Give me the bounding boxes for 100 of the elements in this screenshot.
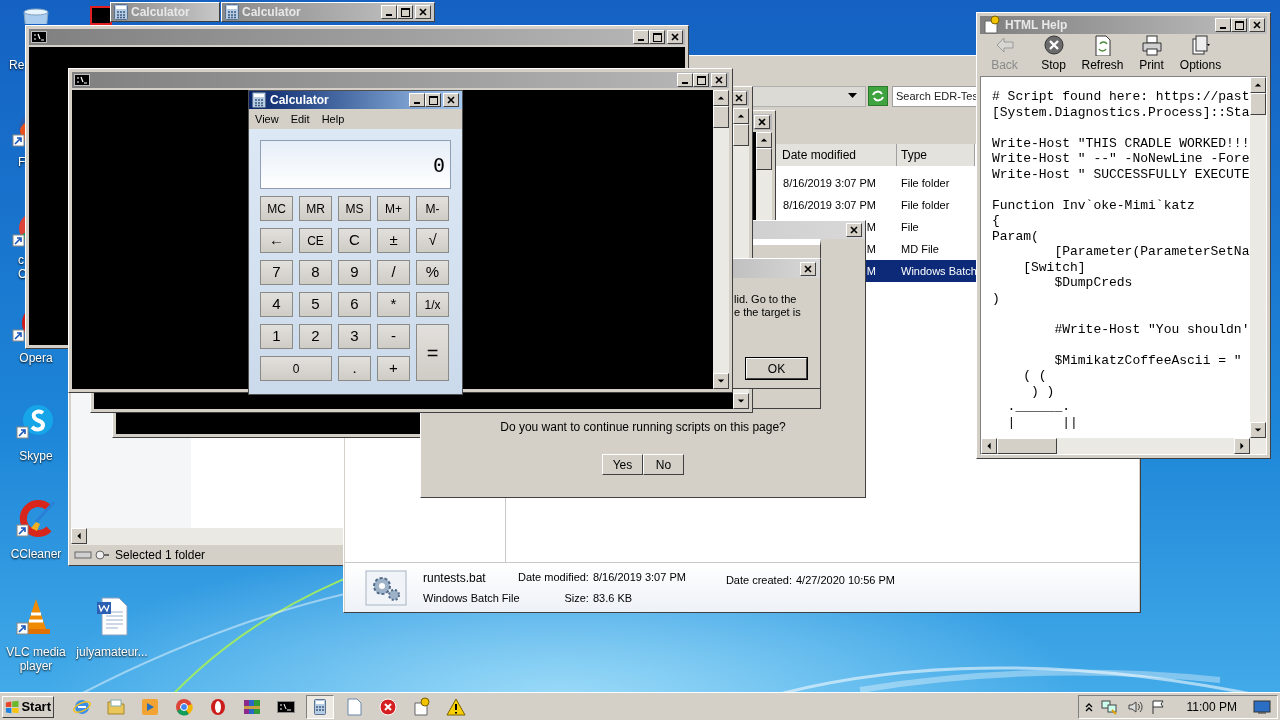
vertical-scrollbar[interactable] xyxy=(1250,77,1266,438)
scroll-down-button[interactable] xyxy=(733,393,749,409)
refresh-button[interactable] xyxy=(868,86,888,106)
menu-item[interactable]: View xyxy=(255,110,279,128)
column-header[interactable]: Type xyxy=(897,144,975,166)
toolbar-button[interactable]: Refresh xyxy=(1078,34,1127,74)
type-cell[interactable]: File folder xyxy=(897,172,975,194)
minimize-button[interactable] xyxy=(1215,18,1231,32)
desktop-icon-label[interactable]: Re xyxy=(9,58,25,72)
dialog-message: lid. Go to the e the target is xyxy=(733,292,802,319)
show-desktop-icon[interactable] xyxy=(1253,699,1271,714)
type-cell[interactable]: MD File xyxy=(897,238,975,260)
calculator-key[interactable]: MR xyxy=(299,196,332,221)
scroll-up-button[interactable] xyxy=(733,108,749,124)
desktop-icon-label[interactable]: Opera xyxy=(0,351,72,365)
calculator-key[interactable]: 0 xyxy=(260,356,332,381)
minimize-button[interactable] xyxy=(633,30,649,44)
calculator-key[interactable]: = xyxy=(416,324,449,381)
desktop-icon-label[interactable]: F xyxy=(18,155,26,169)
maximize-button[interactable] xyxy=(649,30,665,44)
calculator-key[interactable]: % xyxy=(416,260,449,285)
scroll-up-button[interactable] xyxy=(713,90,729,106)
minimize-button[interactable] xyxy=(409,93,425,107)
horizontal-scrollbar[interactable] xyxy=(981,438,1266,454)
toolbar-button[interactable]: Options xyxy=(1176,34,1225,74)
calculator-key[interactable]: 3 xyxy=(338,324,371,349)
calculator-key[interactable]: C xyxy=(338,228,371,253)
calculator-key[interactable]: . xyxy=(338,356,371,381)
search-field[interactable]: Search EDR-Tes xyxy=(892,85,976,107)
scroll-thumb[interactable] xyxy=(713,106,729,128)
calculator-key[interactable]: √ xyxy=(416,228,449,253)
column-header[interactable]: Date modified xyxy=(778,144,897,166)
scroll-thumb[interactable] xyxy=(1250,93,1266,115)
maximize-button[interactable] xyxy=(425,93,441,107)
close-button[interactable] xyxy=(1249,18,1265,32)
scroll-down-button[interactable] xyxy=(713,373,729,389)
menu-item[interactable]: Edit xyxy=(290,110,310,128)
scroll-down-button[interactable] xyxy=(1250,422,1266,438)
maximize-button[interactable] xyxy=(1231,18,1247,32)
dialog-button[interactable]: No xyxy=(643,454,684,475)
minimize-button[interactable] xyxy=(381,5,397,19)
calculator-key[interactable]: MS xyxy=(338,196,371,221)
calculator-key[interactable]: * xyxy=(377,292,410,317)
horizontal-scrollbar[interactable] xyxy=(71,528,343,545)
calculator-key[interactable]: MC xyxy=(260,196,293,221)
calculator-key[interactable]: 1 xyxy=(260,324,293,349)
close-button[interactable] xyxy=(667,30,683,44)
calculator-key[interactable]: M+ xyxy=(377,196,410,221)
minimize-button[interactable] xyxy=(677,73,693,87)
maximize-button[interactable] xyxy=(693,73,709,87)
broom-icon[interactable] xyxy=(16,498,56,538)
console-icon xyxy=(74,74,90,86)
calculator-key[interactable]: 7 xyxy=(260,260,293,285)
calculator-key[interactable]: - xyxy=(377,324,410,349)
menu-item[interactable]: Help xyxy=(321,110,345,128)
maximize-button[interactable] xyxy=(397,5,413,19)
type-cell[interactable]: File folder xyxy=(897,194,975,216)
close-button[interactable] xyxy=(711,73,727,87)
type-cell[interactable]: File xyxy=(897,216,975,238)
calculator-key[interactable]: ← xyxy=(260,228,293,253)
calculator-key[interactable]: 6 xyxy=(338,292,371,317)
scroll-thumb[interactable] xyxy=(733,124,749,146)
calculator-key[interactable]: ± xyxy=(377,228,410,253)
scroll-thumb[interactable] xyxy=(756,148,772,170)
calculator-key[interactable]: M- xyxy=(416,196,449,221)
scroll-left-button[interactable] xyxy=(981,438,997,454)
calculator-key[interactable]: CE xyxy=(299,228,332,253)
scroll-up-button[interactable] xyxy=(1250,77,1266,93)
close-button[interactable] xyxy=(754,115,770,129)
calculator-key[interactable]: 2 xyxy=(299,324,332,349)
calculator-key[interactable]: 8 xyxy=(299,260,332,285)
clock[interactable]: 11:00 PM xyxy=(1186,697,1237,716)
app-icon[interactable] xyxy=(90,6,112,25)
calculator-key[interactable]: 9 xyxy=(338,260,371,285)
scroll-left-button[interactable] xyxy=(71,528,87,544)
close-button[interactable] xyxy=(800,261,816,276)
calculator-key[interactable]: 1/x xyxy=(416,292,449,317)
close-button[interactable] xyxy=(846,223,862,237)
close-icon xyxy=(715,76,723,84)
speaker-icon[interactable] xyxy=(1126,698,1143,715)
network-icon[interactable] xyxy=(1100,698,1119,715)
calculator-key[interactable]: 5 xyxy=(299,292,332,317)
ok-button[interactable]: OK xyxy=(746,358,807,379)
desktop-icon-label[interactable]: Skype xyxy=(0,449,72,463)
dialog-button[interactable]: Yes xyxy=(602,454,643,475)
toolbar-button[interactable]: Stop xyxy=(1029,34,1078,74)
code-line: Write-Host " --" -NoNewLine -Fore xyxy=(992,151,1250,167)
scroll-thumb[interactable] xyxy=(997,438,1057,454)
flag-icon[interactable] xyxy=(1150,698,1165,715)
start-button[interactable]: Start xyxy=(2,695,54,718)
calculator-key[interactable]: / xyxy=(377,260,410,285)
close-button[interactable] xyxy=(415,5,431,19)
vertical-scrollbar[interactable] xyxy=(713,90,729,389)
scroll-up-button[interactable] xyxy=(756,132,772,148)
scroll-right-button[interactable] xyxy=(1234,438,1250,454)
chevron-up-icon[interactable] xyxy=(1084,701,1093,712)
calculator-key[interactable]: + xyxy=(377,356,410,381)
close-button[interactable] xyxy=(443,93,459,107)
calculator-key[interactable]: 4 xyxy=(260,292,293,317)
toolbar-button[interactable]: Print xyxy=(1127,34,1176,74)
